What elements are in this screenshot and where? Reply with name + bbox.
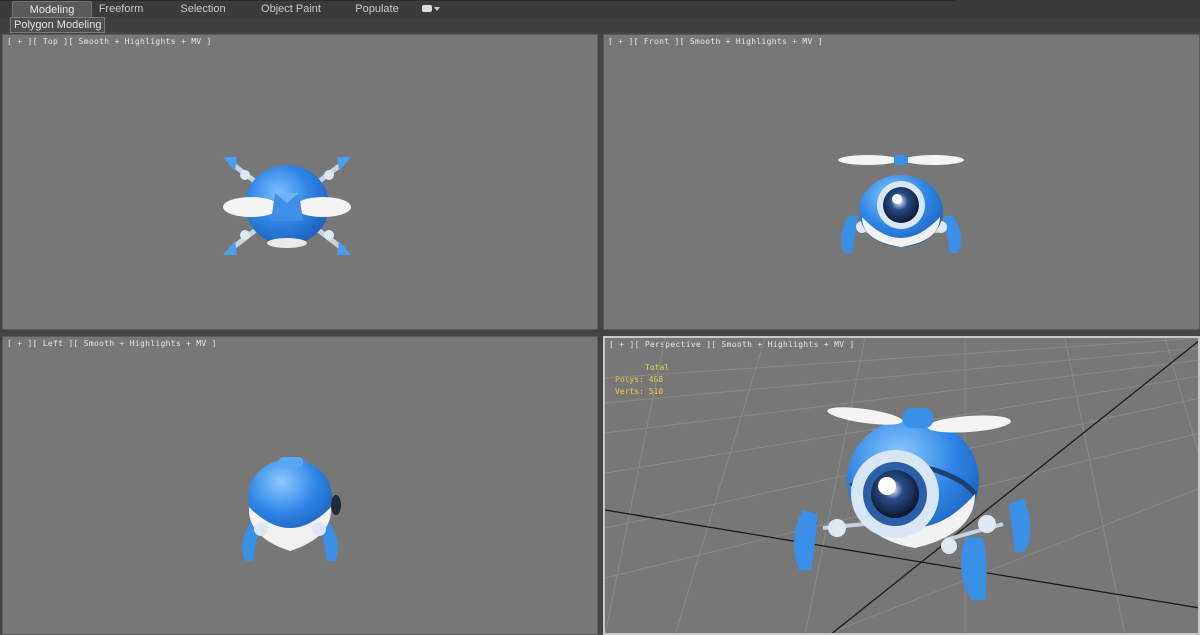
viewport-left[interactable]: [ + ][ Left ][ Smooth + Highlights + MV …	[2, 336, 598, 635]
drone-perspective-view	[793, 407, 1031, 600]
ribbon-tab-bar: Modeling Freeform Selection Object Paint…	[0, 0, 1200, 18]
ribbon-options-dropdown[interactable]	[420, 3, 440, 15]
top-view-render	[223, 157, 351, 255]
tab-object-paint[interactable]: Object Paint	[255, 1, 327, 17]
drone-front-view	[838, 155, 964, 253]
tab-freeform[interactable]: Freeform	[90, 1, 152, 17]
chevron-down-icon	[434, 7, 440, 11]
tab-populate[interactable]: Populate	[348, 1, 406, 17]
tab-selection[interactable]: Selection	[172, 1, 234, 17]
viewport-perspective[interactable]: [ + ][ Perspective ][ Smooth + Highlight…	[603, 336, 1200, 635]
ribbon-toggle-icon	[422, 5, 432, 12]
viewport-top[interactable]: [ + ][ Top ][ Smooth + Highlights + MV ]	[2, 34, 598, 330]
viewport-front[interactable]: [ + ][ Front ][ Smooth + Highlights + MV…	[603, 34, 1200, 330]
drone-top-view	[223, 157, 351, 255]
perspective-view-render	[605, 338, 1198, 633]
ribbon-panel-row	[0, 18, 1200, 32]
left-view-render	[242, 457, 341, 561]
polygon-modeling-panel-button[interactable]: Polygon Modeling	[10, 17, 106, 33]
tab-modeling[interactable]: Modeling	[12, 1, 92, 17]
front-view-render	[838, 155, 964, 253]
drone-left-view	[242, 457, 341, 561]
